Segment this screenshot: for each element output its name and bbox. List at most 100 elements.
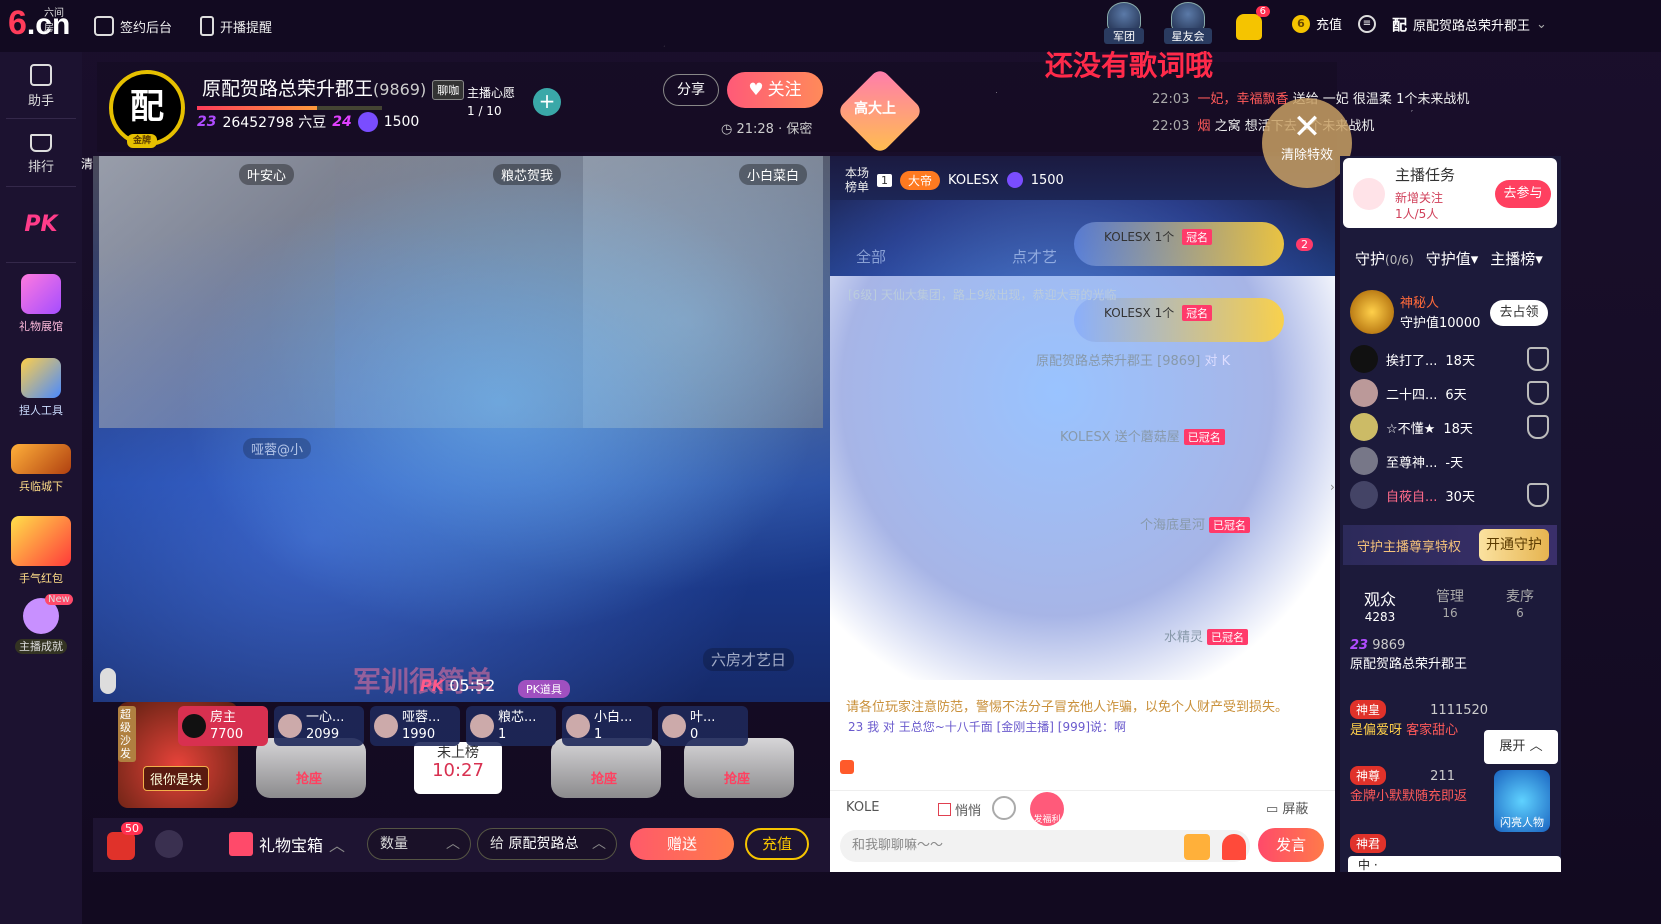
phone-icon <box>200 16 214 36</box>
flower-icon[interactable] <box>155 830 183 858</box>
video-label: 哑蓉@小 <box>243 438 312 459</box>
block-label: 屏蔽 <box>1282 802 1309 817</box>
pk-props-button[interactable]: PK道具 <box>518 680 570 698</box>
chat-tab-talent[interactable]: 点才艺 <box>1012 246 1057 267</box>
grab-seat-label[interactable]: 抢座 <box>296 768 322 787</box>
seat-item[interactable]: 房主 7700 <box>178 706 268 746</box>
rocket-icon[interactable] <box>1222 834 1246 860</box>
seat-score: 2099 <box>306 727 340 742</box>
anchor-task-card[interactable]: 主播任务 新增关注 1人/5人 去参与 <box>1343 158 1557 228</box>
microphone-icon[interactable] <box>100 668 116 694</box>
tab-guard-value[interactable]: 守护值▾ <box>1426 248 1479 269</box>
fireworks-icon[interactable] <box>1184 834 1210 860</box>
chat-message: 个海底星河 已冠名 <box>1140 514 1251 533</box>
seat-item[interactable]: 一心... 2099 <box>274 706 364 746</box>
join-task-button[interactable]: 去参与 <box>1495 180 1551 208</box>
clear-effects-button[interactable]: ✕ 清除特效 <box>1262 98 1352 188</box>
share-button[interactable]: 分享 <box>663 74 719 106</box>
divider <box>6 262 76 263</box>
sidebar-item-siege[interactable]: 兵临城下 <box>0 444 82 494</box>
tab-admin[interactable]: 管理 16 <box>1436 586 1464 620</box>
expand-button[interactable]: 展开 ︿ <box>1484 730 1558 764</box>
seat-score: 1990 <box>402 727 436 742</box>
anchor-stats: 23 26452798 六豆 24 1500 <box>197 112 419 132</box>
chat-tool-icon[interactable] <box>840 760 854 774</box>
avatar-glyph: 配 <box>130 87 164 127</box>
guard-row[interactable]: ☆不懂★ 18天 <box>1350 413 1555 441</box>
anchor-wish[interactable]: 主播心愿 1 / 10 <box>467 84 515 120</box>
sidebar-item-pk[interactable]: PK <box>0 212 82 237</box>
seat-item[interactable]: 叶... 0 <box>658 706 748 746</box>
emoji-icon[interactable] <box>992 796 1016 820</box>
speak-button[interactable]: 发言 <box>1258 828 1324 862</box>
gift-box-toggle[interactable]: 礼物宝箱 ︿ <box>229 832 345 856</box>
sidebar-item-rank[interactable]: 排行 <box>0 132 82 175</box>
site-logo[interactable]: 6 .cn 六间房 <box>8 6 70 40</box>
tab-anchor-rank[interactable]: 主播榜▾ <box>1490 248 1543 269</box>
guard-row[interactable]: 至尊神... -天 <box>1350 447 1555 475</box>
nav-live-reminder[interactable]: 开播提醒 <box>200 16 272 36</box>
legion-button[interactable]: 军团 <box>1104 2 1144 46</box>
quantity-select[interactable]: 数量 ︿ <box>367 828 471 860</box>
video-tile[interactable] <box>583 156 823 428</box>
nav-signing[interactable]: 签约后台 <box>94 16 172 36</box>
avatar <box>1350 345 1378 373</box>
video-tile[interactable] <box>335 156 583 428</box>
grab-seat-label[interactable]: 抢座 <box>591 768 617 787</box>
recharge-button[interactable]: 充值 <box>745 828 809 860</box>
quantity-label: 数量 <box>380 836 408 852</box>
video-stage[interactable]: 叶安心 粮芯贺我 小白菜白 哑蓉@小 六房才艺日 军训很简单 清 <box>81 156 833 702</box>
seat-item[interactable]: 粮芯... 1 <box>466 706 556 746</box>
user-profile[interactable]: 配 原配贺路总荣升郡王 ⌄ <box>1392 14 1547 35</box>
seat-item[interactable]: 哑蓉... 1990 <box>370 706 460 746</box>
crown-count: 1个 <box>1154 230 1175 244</box>
block-toggle[interactable]: ▭ 屏蔽 <box>1266 798 1308 817</box>
video-tile[interactable] <box>99 156 335 428</box>
divider <box>6 118 76 119</box>
red-envelope-icon[interactable]: 50 <box>107 822 143 860</box>
session-rank-row[interactable]: 本场 榜单 1 大帝 KOLESX 1500 <box>845 166 1064 194</box>
add-wish-button[interactable]: + <box>533 88 561 116</box>
guard-row[interactable]: 自莜自... 30天 <box>1350 481 1555 509</box>
guard-row[interactable]: 挨打了... 18天 <box>1350 345 1555 373</box>
occupy-button[interactable]: 去占领 <box>1490 300 1548 326</box>
pk-timer-row: PK 05:52 <box>420 676 495 695</box>
audience-entry[interactable]: 神尊 211 金牌小默默随充即返 <box>1350 766 1467 804</box>
siege-icon <box>11 444 71 474</box>
sidebar-item-assistant[interactable]: 助手 <box>0 62 82 109</box>
grab-seat-label[interactable]: 抢座 <box>724 768 750 787</box>
audience-entry[interactable]: 23 9869 原配贺路总荣升郡王 <box>1350 638 1467 672</box>
bell-icon[interactable]: 6 <box>1236 6 1270 40</box>
welfare-button[interactable]: 发福利 <box>1030 792 1064 826</box>
guard-days: 30天 <box>1445 489 1475 505</box>
anchor-avatar[interactable]: 配 金牌 <box>109 70 185 148</box>
tab-audience[interactable]: 观众 4283 <box>1364 586 1396 624</box>
audience-entry[interactable]: 神皇 1111520 是偏爱呀 客家甜心 <box>1350 700 1488 738</box>
side-tab[interactable]: 清 <box>81 156 95 172</box>
open-guard-button[interactable]: 开通守护 <box>1479 529 1549 561</box>
starclub-button[interactable]: 星友会 <box>1164 2 1212 46</box>
sidebar-item-gift-hall[interactable]: 礼物展馆 <box>0 274 82 334</box>
tab-mic-queue[interactable]: 麦序 6 <box>1506 586 1534 620</box>
gift-log-row: 22:03一妃，幸福飘香 送给 一妃 很温柔 1个未来战机 <box>1152 86 1572 113</box>
collapse-arrow-icon[interactable]: › <box>1330 480 1338 504</box>
avatar-tool-label: 捏人工具 <box>19 404 63 417</box>
live-time: 21:28 <box>736 122 774 137</box>
mystery-name: 神秘人 <box>1400 296 1440 311</box>
recipient-select[interactable]: 给 原配贺路总 ︿ <box>477 828 617 860</box>
audience-entry[interactable]: 神君 <box>1350 834 1387 853</box>
recharge-link[interactable]: 6 充值 <box>1292 14 1342 33</box>
flash-person-button[interactable]: 闪亮人物 <box>1494 770 1550 832</box>
send-gift-button[interactable]: 赠送 <box>630 828 734 860</box>
sidebar-item-avatar-tool[interactable]: 捏人工具 <box>0 358 82 418</box>
sidebar-item-achievement[interactable]: New 主播成就 <box>0 594 82 654</box>
guard-row[interactable]: 二十四... 6天 <box>1350 379 1555 407</box>
follow-button[interactable]: ♥ 关注 <box>727 72 823 108</box>
whisper-checkbox[interactable]: 悄悄 <box>938 800 981 819</box>
sidebar-item-redpack[interactable]: 手气红包 <box>0 516 82 586</box>
seat-item[interactable]: 小白... 1 <box>562 706 652 746</box>
menu-icon[interactable]: ≡ <box>1358 15 1376 33</box>
tab-guard[interactable]: 守护(0/6) <box>1355 248 1414 269</box>
chat-target-user[interactable]: KOLE <box>846 800 880 815</box>
chat-tab-all[interactable]: 全部 <box>856 246 886 267</box>
